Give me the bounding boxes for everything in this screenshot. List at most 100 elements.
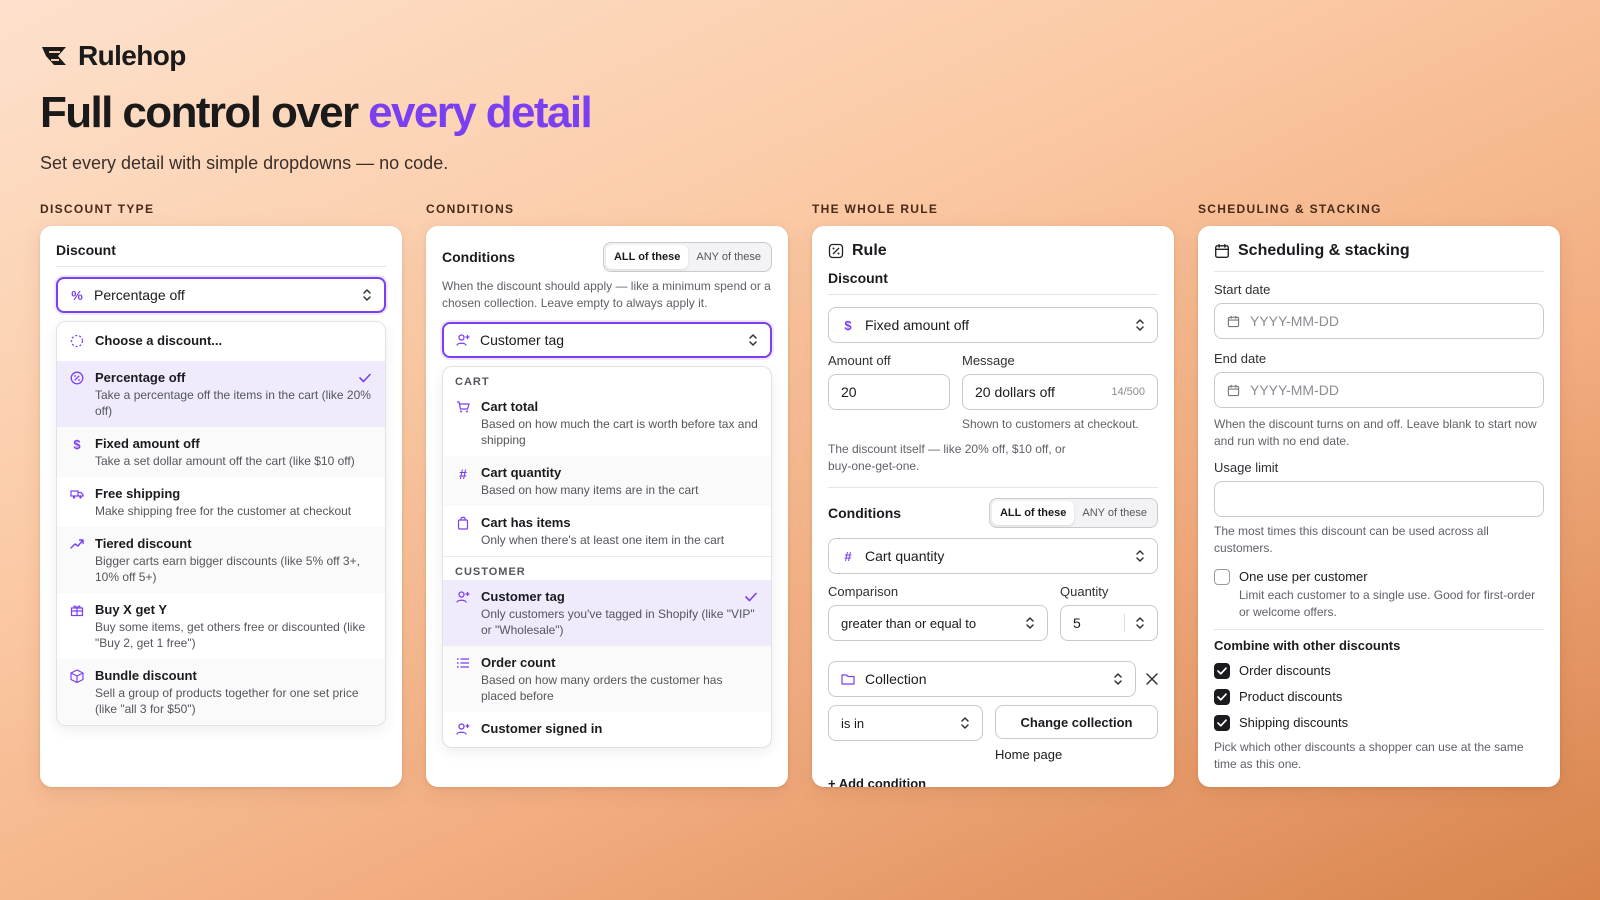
menu-item-desc: Based on how many items are in the cart bbox=[481, 483, 699, 497]
select-value: Collection bbox=[865, 671, 927, 687]
menu-section-customer: CUSTOMER bbox=[455, 566, 526, 578]
start-date-input[interactable]: YYYY-MM-DD bbox=[1214, 303, 1544, 339]
menu-item[interactable]: Free shipping Make shipping free for the … bbox=[57, 477, 385, 527]
scheduling-column: SCHEDULING & STACKING Scheduling & stack… bbox=[1198, 202, 1560, 787]
condition-1-select[interactable]: # Cart quantity bbox=[828, 538, 1158, 574]
seg-any-button[interactable]: ANY of these bbox=[688, 245, 769, 269]
discount-type-card: Discount % Percentage off Choose a disco… bbox=[40, 226, 402, 787]
quantity-stepper[interactable]: 5 bbox=[1060, 605, 1158, 641]
select-value: Percentage off bbox=[94, 287, 185, 303]
field-label: Message bbox=[962, 353, 1015, 368]
combine-option-row: Product discounts bbox=[1214, 689, 1544, 705]
hash-icon: # bbox=[459, 466, 467, 482]
calendar-icon bbox=[1227, 315, 1240, 328]
menu-item[interactable]: # Cart quantity Based on how many items ar… bbox=[443, 456, 771, 506]
combine-checkbox[interactable] bbox=[1214, 663, 1230, 679]
amount-off-input[interactable]: 20 bbox=[828, 374, 950, 410]
menu-item-desc: Bigger carts earn bigger discounts (like… bbox=[95, 554, 360, 584]
select-value: Customer tag bbox=[480, 332, 565, 348]
menu-item[interactable]: Buy X get Y Buy some items, get others fr… bbox=[57, 593, 385, 659]
rule-discount-select[interactable]: $ Fixed amount off bbox=[828, 307, 1158, 343]
input-value: 20 dollars off bbox=[975, 384, 1055, 400]
column-label: DISCOUNT TYPE bbox=[40, 202, 155, 216]
conditions-description: When the discount should apply — like a … bbox=[442, 279, 771, 310]
menu-item-text: Cart quantity Based on how many items are… bbox=[481, 464, 698, 498]
combine-title: Combine with other discounts bbox=[1214, 638, 1401, 653]
change-collection-button[interactable]: Change collection bbox=[995, 705, 1158, 739]
percent-icon: % bbox=[71, 287, 83, 303]
message-help: Shown to customers at checkout. bbox=[962, 417, 1139, 431]
menu-item[interactable]: $ Fixed amount off Take a set dollar amoun… bbox=[57, 427, 385, 477]
seg-all-button[interactable]: ALL of these bbox=[991, 501, 1075, 525]
select-value: greater than or equal to bbox=[841, 615, 977, 631]
dollar-icon: $ bbox=[844, 317, 852, 333]
select-value: Cart quantity bbox=[865, 548, 945, 564]
field-label: Comparison bbox=[828, 584, 899, 599]
end-date-input[interactable]: YYYY-MM-DD bbox=[1214, 372, 1544, 408]
stepper-arrows-icon[interactable] bbox=[1135, 616, 1145, 630]
menu-item-desc: Take a set dollar amount off the cart (l… bbox=[95, 454, 355, 468]
condition-2-select[interactable]: Collection bbox=[828, 661, 1136, 697]
date-help: When the discount turns on and off. Leav… bbox=[1214, 417, 1537, 448]
operator-row: is in Change collection bbox=[828, 705, 1158, 741]
conditions-subtitle: Conditions bbox=[828, 505, 902, 521]
menu-item-text: Bundle discount Sell a group of products … bbox=[95, 667, 373, 717]
menu-item-title: Cart has items bbox=[481, 515, 571, 530]
combine-option-label: Product discounts bbox=[1239, 689, 1343, 704]
menu-item-text: Fixed amount off Take a set dollar amount… bbox=[95, 435, 355, 469]
usage-limit-input[interactable] bbox=[1214, 481, 1544, 517]
menu-item[interactable]: Customer tag Only customers you've tagged… bbox=[443, 580, 771, 646]
add-condition-button[interactable]: + Add condition bbox=[828, 776, 1158, 787]
menu-item-placeholder[interactable]: Choose a discount... bbox=[57, 322, 385, 361]
menu-item[interactable]: Order count Based on how many orders the … bbox=[443, 646, 771, 712]
list-icon bbox=[455, 654, 471, 704]
field-label: Usage limit bbox=[1214, 460, 1279, 475]
menu-item[interactable]: Tiered discount Bigger carts earn bigger … bbox=[57, 527, 385, 593]
dashed-circle-icon bbox=[69, 332, 85, 351]
menu-item-title: Customer signed in bbox=[481, 721, 603, 736]
menu-item[interactable]: Cart total Based on how much the cart is … bbox=[443, 390, 771, 456]
comparison-select[interactable]: greater than or equal to bbox=[828, 605, 1048, 641]
percent-badge-icon bbox=[828, 243, 844, 259]
menu-item-title: Order count bbox=[481, 655, 556, 670]
combine-option-label: Shipping discounts bbox=[1239, 715, 1349, 730]
scheduling-card: Scheduling & stacking Start date YYYY-MM… bbox=[1198, 226, 1560, 787]
condition-2-row: Collection bbox=[828, 661, 1158, 697]
combine-checkbox[interactable] bbox=[1214, 689, 1230, 705]
close-icon[interactable] bbox=[1146, 673, 1158, 685]
check-icon bbox=[745, 592, 757, 602]
seg-any-button[interactable]: ANY of these bbox=[1074, 501, 1155, 525]
rule-title-text: Rule bbox=[852, 242, 887, 259]
card-title: Conditions bbox=[442, 249, 516, 265]
menu-item[interactable]: Bundle discount Sell a group of products … bbox=[57, 659, 385, 725]
condition-type-select[interactable]: Customer tag bbox=[442, 322, 772, 358]
operator-select[interactable]: is in bbox=[828, 705, 983, 741]
menu-section-cart: CART bbox=[455, 376, 490, 388]
rule-conditions-header: Conditions ALL of these ANY of these bbox=[828, 498, 1158, 528]
rule-column: THE WHOLE RULE Rule Discount $ Fixed amo… bbox=[812, 202, 1174, 787]
menu-item-title: Bundle discount bbox=[95, 668, 197, 683]
headline-lead: Full control over bbox=[40, 88, 359, 137]
bag-icon bbox=[455, 514, 471, 548]
box-icon bbox=[69, 667, 85, 717]
menu-item-text: Free shipping Make shipping free for the … bbox=[95, 485, 351, 519]
menu-item[interactable]: Percentage off Take a percentage off the … bbox=[57, 361, 385, 427]
check-icon bbox=[1217, 693, 1227, 701]
chevron-updown-icon bbox=[1025, 616, 1035, 630]
calendar-icon bbox=[1215, 244, 1229, 258]
one-use-checkbox[interactable] bbox=[1214, 569, 1230, 585]
menu-item[interactable]: Cart has items Only when there's at least… bbox=[443, 506, 771, 556]
discount-type-select[interactable]: % Percentage off bbox=[56, 277, 386, 313]
seg-all-button[interactable]: ALL of these bbox=[605, 245, 689, 269]
menu-item[interactable]: Customer signed in bbox=[443, 712, 771, 747]
conditions-column: CONDITIONS Conditions ALL of these ANY o… bbox=[426, 202, 788, 787]
menu-item-title: Tiered discount bbox=[95, 536, 192, 551]
select-value: is in bbox=[841, 715, 865, 731]
amount-field-group: Amount off 20 bbox=[828, 353, 950, 433]
message-input[interactable]: 20 dollars off 14/500 bbox=[962, 374, 1158, 410]
chevron-updown-icon bbox=[1113, 672, 1123, 686]
combine-option-row: Order discounts bbox=[1214, 663, 1544, 679]
menu-item-desc: Make shipping free for the customer at c… bbox=[95, 504, 352, 518]
field-label: Amount off bbox=[828, 353, 891, 368]
combine-checkbox[interactable] bbox=[1214, 715, 1230, 731]
